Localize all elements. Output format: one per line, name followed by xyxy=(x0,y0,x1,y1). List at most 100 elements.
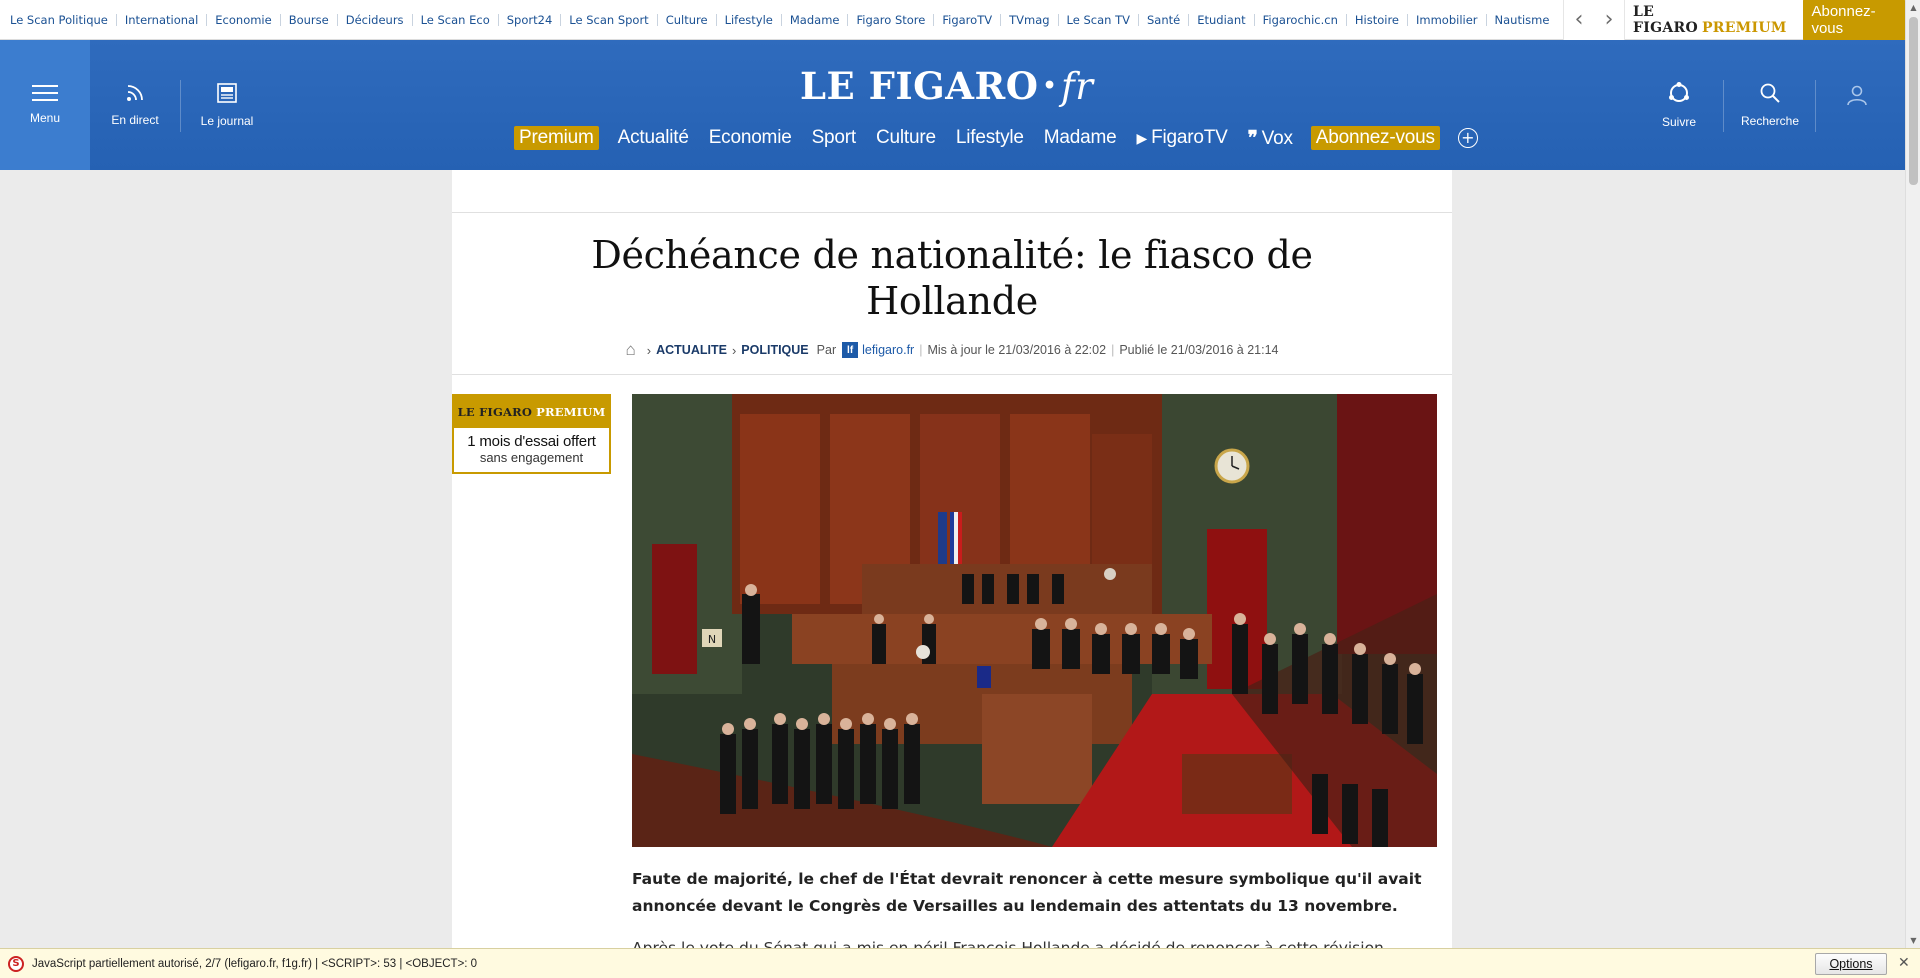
article-lead: Faute de majorité, le chef de l'État dev… xyxy=(632,870,1422,915)
partner-link[interactable]: Le Scan Politique xyxy=(2,14,117,26)
home-icon[interactable]: ⌂ xyxy=(625,340,635,360)
live-button[interactable]: En direct xyxy=(102,40,168,170)
nav-vox[interactable]: ❞ Vox xyxy=(1238,127,1303,150)
article-title: Déchéance de nationalité: le fiasco de H… xyxy=(591,233,1313,323)
published-date: Publié le 21/03/2016 à 21:14 xyxy=(1119,343,1279,357)
partner-link[interactable]: Economie xyxy=(207,14,281,26)
play-icon: ▶ xyxy=(1136,130,1148,146)
breadcrumb-chevron-icon: › xyxy=(731,342,737,358)
nav-figarotv[interactable]: ▶ FigaroTV xyxy=(1127,127,1238,149)
scroll-right-arrow-icon[interactable]: › xyxy=(1605,9,1614,31)
congress-hemicycle-photo: N xyxy=(632,394,1437,847)
journal-label: Le journal xyxy=(200,114,254,128)
noscript-options-button[interactable]: Options xyxy=(1815,953,1887,975)
noscript-notification-bar: S JavaScript partiellement autorisé, 2/7… xyxy=(0,948,1920,978)
noscript-status-text: JavaScript partiellement autorisé, 2/7 (… xyxy=(32,957,478,970)
partner-link[interactable]: Santé xyxy=(1139,14,1190,26)
author-link[interactable]: lefigaro.fr xyxy=(862,343,914,357)
promo-header: LE FIGARO PREMIUM xyxy=(454,396,609,428)
partner-link[interactable]: Immobilier xyxy=(1408,14,1487,26)
account-button[interactable] xyxy=(1832,40,1882,170)
more-sections-plus-icon[interactable]: + xyxy=(1457,128,1478,148)
search-label: Recherche xyxy=(1740,114,1800,128)
journal-button[interactable]: Le journal xyxy=(190,40,264,170)
live-label: En direct xyxy=(111,113,159,127)
header-divider xyxy=(180,80,181,132)
divider xyxy=(452,374,1452,375)
partner-link[interactable]: Histoire xyxy=(1347,14,1408,26)
search-icon xyxy=(1760,83,1780,103)
nav-culture[interactable]: Culture xyxy=(866,127,946,149)
partner-link[interactable]: Décideurs xyxy=(338,14,413,26)
divider xyxy=(452,212,1452,213)
user-account-icon xyxy=(1847,85,1867,106)
subscribe-top-button[interactable]: Abonnez-vous xyxy=(1803,0,1905,41)
premium-top-block: LE FIGARO PREMIUM Abonnez-vous xyxy=(1633,0,1905,41)
nav-premium[interactable]: Premium xyxy=(514,126,599,150)
nav-madame[interactable]: Madame xyxy=(1034,127,1127,149)
partner-links-list: Le Scan Politique International Economie Bo… xyxy=(0,0,1563,40)
hamburger-icon xyxy=(32,85,58,101)
partner-link[interactable]: Le Scan Sport xyxy=(561,14,658,26)
partner-link[interactable]: Lifestyle xyxy=(717,14,782,26)
partner-links-bar: Le Scan Politique International Economie Bo… xyxy=(0,0,1905,41)
partner-link[interactable]: Nautisme xyxy=(1487,14,1558,26)
scroll-up-arrow-icon[interactable]: ▲ xyxy=(1906,0,1920,15)
header-divider xyxy=(1723,80,1724,132)
partner-link[interactable]: TVmag xyxy=(1001,14,1059,26)
site-header: Menu En direct Le journal LE FIGARO • fr P… xyxy=(0,40,1905,170)
rss-live-icon xyxy=(127,85,143,101)
newspaper-icon xyxy=(217,83,237,103)
premium-trial-promo[interactable]: LE FIGARO PREMIUM 1 mois d'essai offert s… xyxy=(452,394,611,474)
nav-economie[interactable]: Economie xyxy=(699,127,802,149)
scroll-left-arrow-icon[interactable]: ‹ xyxy=(1575,9,1584,31)
breadcrumb-chevron-icon: › xyxy=(646,342,652,358)
partner-link[interactable]: Figarochic.cn xyxy=(1255,14,1347,26)
breadcrumb-politique[interactable]: POLITIQUE xyxy=(741,343,808,357)
nav-actualite[interactable]: Actualité xyxy=(608,127,699,149)
page-scrollbar[interactable]: ▲ ▼ xyxy=(1905,0,1920,948)
menu-label: Menu xyxy=(29,111,61,125)
site-logo[interactable]: LE FIGARO • fr xyxy=(800,64,1093,108)
partner-link[interactable]: International xyxy=(117,14,208,26)
partner-link[interactable]: Figaro Store xyxy=(848,14,935,26)
partner-link[interactable]: Etudiant xyxy=(1189,14,1255,26)
partner-link[interactable]: Sport24 xyxy=(499,14,562,26)
meta-separator: | xyxy=(919,343,923,357)
by-label: Par xyxy=(816,343,837,357)
menu-button[interactable]: Menu xyxy=(0,40,90,170)
partner-link[interactable]: Bourse xyxy=(281,14,338,26)
search-button[interactable]: Recherche xyxy=(1732,40,1808,170)
partner-links-arrows: ‹ › xyxy=(1563,0,1625,40)
premium-logo[interactable]: LE FIGARO PREMIUM xyxy=(1633,4,1793,36)
partner-link[interactable]: Madame xyxy=(782,14,849,26)
promo-terms: sans engagement xyxy=(479,450,584,465)
article-body-partial: Après le vote du Sénat qui a mis en péri… xyxy=(632,939,1384,948)
lefigaro-author-icon: lf xyxy=(842,342,859,358)
scrollbar-thumb[interactable] xyxy=(1909,17,1918,185)
nav-lifestyle[interactable]: Lifestyle xyxy=(946,127,1034,149)
updated-date: Mis à jour le 21/03/2016 à 22:02 xyxy=(927,343,1107,357)
seat-sign: N xyxy=(708,633,716,646)
promo-offer: 1 mois d'essai offert xyxy=(467,433,596,450)
header-divider xyxy=(1815,80,1816,132)
nav-subscribe[interactable]: Abonnez-vous xyxy=(1310,126,1440,150)
article-card: Déchéance de nationalité: le fiasco de H… xyxy=(452,170,1452,948)
article-photo[interactable]: N xyxy=(632,394,1437,847)
close-icon[interactable]: ✕ xyxy=(1898,955,1910,971)
partner-link[interactable]: Le Scan TV xyxy=(1059,14,1139,26)
partner-link[interactable]: Le Scan Eco xyxy=(413,14,499,26)
follow-label: Suivre xyxy=(1661,115,1696,129)
partner-link[interactable]: Culture xyxy=(658,14,717,26)
follow-button[interactable]: Suivre xyxy=(1642,40,1716,170)
nav-sport[interactable]: Sport xyxy=(802,127,866,149)
partner-link[interactable]: FigaroTV xyxy=(934,14,1002,26)
follow-share-icon xyxy=(1669,82,1689,102)
quote-icon: ❞ xyxy=(1247,126,1258,149)
main-navigation: Premium Actualité Economie Sport Culture… xyxy=(514,126,1478,150)
breadcrumb-actualite[interactable]: ACTUALITE xyxy=(656,343,727,357)
meta-separator: | xyxy=(1111,343,1115,357)
article-meta: ⌂ › ACTUALITE › POLITIQUE Par lf lefigar… xyxy=(452,340,1452,360)
noscript-icon: S xyxy=(8,955,24,972)
scroll-down-arrow-icon[interactable]: ▼ xyxy=(1906,933,1920,948)
